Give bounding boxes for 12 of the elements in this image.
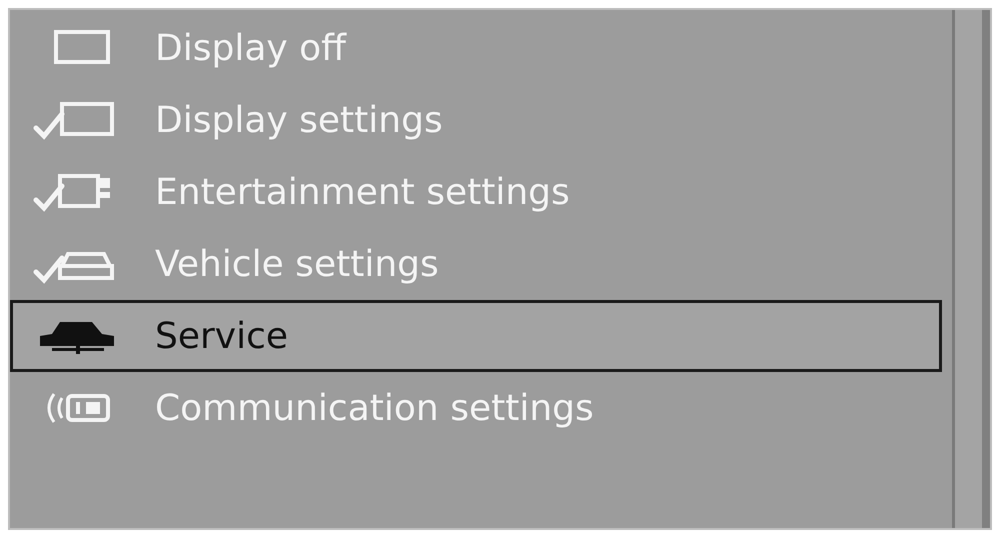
menu-item-label: Display settings [155,100,443,140]
menu-item[interactable]: Entertainment settings [10,156,942,228]
menu-item-label: Entertainment settings [155,172,570,212]
menu-item[interactable]: Vehicle settings [10,228,942,300]
menu-item[interactable]: Display off [10,12,942,84]
menu-item-label: Service [155,316,288,356]
menu-item[interactable]: Service [10,300,942,372]
menu-item-label: Display off [155,28,346,68]
menu-item-label: Vehicle settings [155,244,439,284]
menu-item[interactable]: Communication settings [10,372,942,444]
menu-item-label: Communication settings [155,388,594,428]
menu-item[interactable]: Display settings [10,84,942,156]
